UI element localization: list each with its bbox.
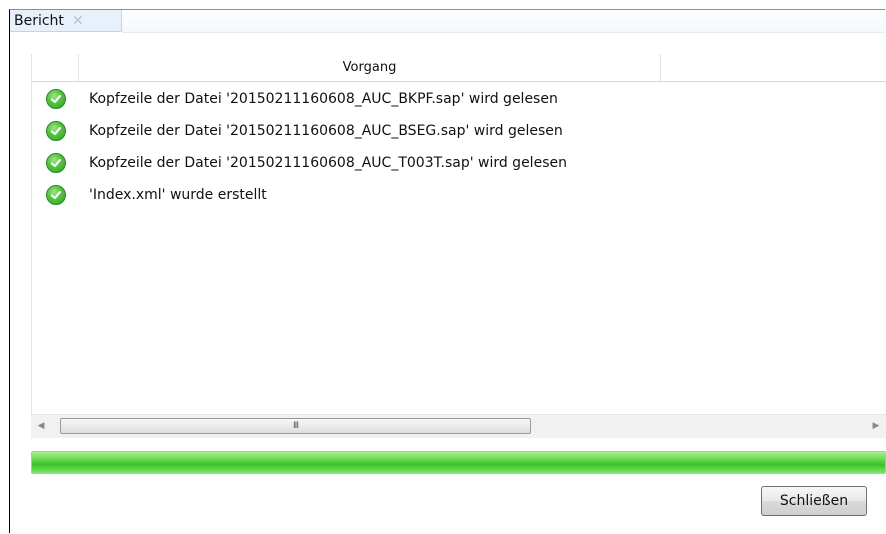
progress-bar <box>31 451 886 474</box>
status-cell <box>32 89 79 109</box>
status-cell <box>32 121 79 141</box>
row-text: Kopfzeile der Datei '20150211160608_AUC_… <box>89 91 558 107</box>
scrollbar-thumb[interactable]: III <box>60 418 531 434</box>
table-row[interactable]: Kopfzeile der Datei '20150211160608_AUC_… <box>32 115 886 147</box>
column-header-vorgang[interactable]: Vorgang <box>79 54 661 81</box>
grip-icon: III <box>293 420 299 431</box>
table-row[interactable]: 'Index.xml' wurde erstellt <box>32 179 886 211</box>
check-circle-icon <box>45 185 66 205</box>
horizontal-scrollbar[interactable]: ◀ III ▶ <box>31 414 886 438</box>
report-grid: Vorgang Kopfzeile der Datei '20150211160… <box>31 54 886 439</box>
grid-rows: Kopfzeile der Datei '20150211160608_AUC_… <box>32 83 886 211</box>
scroll-left-icon[interactable]: ◀ <box>34 419 48 433</box>
status-cell <box>32 185 79 205</box>
check-circle-icon <box>45 121 66 141</box>
tab-label: Bericht <box>14 12 64 29</box>
check-circle-icon <box>45 89 66 109</box>
close-button[interactable]: Schließen <box>761 486 867 516</box>
tab-strip <box>122 10 885 33</box>
row-text: Kopfzeile der Datei '20150211160608_AUC_… <box>89 155 567 171</box>
close-icon[interactable]: ✕ <box>72 14 84 28</box>
status-cell <box>32 153 79 173</box>
column-header-extra[interactable] <box>661 54 886 81</box>
progress-fill <box>32 452 885 473</box>
table-row[interactable]: Kopfzeile der Datei '20150211160608_AUC_… <box>32 83 886 115</box>
check-circle-icon <box>45 153 66 173</box>
row-text: Kopfzeile der Datei '20150211160608_AUC_… <box>89 123 563 139</box>
scroll-right-icon[interactable]: ▶ <box>869 419 883 433</box>
grid-header: Vorgang <box>32 54 886 82</box>
report-window: Bericht ✕ Vorgang Kopfzeile der Datei '2… <box>9 9 886 533</box>
tab-bericht[interactable]: Bericht ✕ <box>10 10 122 32</box>
row-text: 'Index.xml' wurde erstellt <box>89 187 267 203</box>
table-row[interactable]: Kopfzeile der Datei '20150211160608_AUC_… <box>32 147 886 179</box>
column-header-status[interactable] <box>32 54 79 81</box>
